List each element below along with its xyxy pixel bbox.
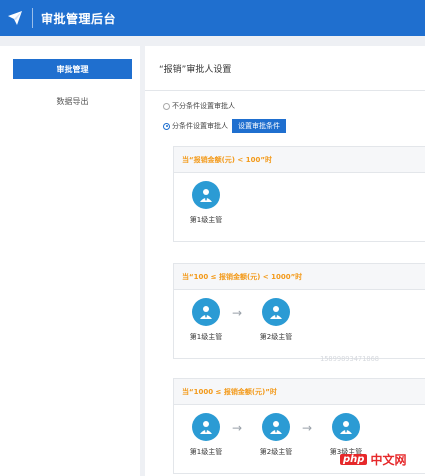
- arrow-right-icon: →: [302, 421, 313, 435]
- user-avatar-icon: [332, 413, 360, 441]
- approver-node: 第1级主管: [186, 181, 226, 225]
- title-divider: [145, 90, 425, 91]
- main-panel: “报销”审批人设置 不分条件设置审批人 分条件设置审批人 设置审批条件 当“报销…: [145, 46, 425, 476]
- arrow-right-icon: →: [232, 306, 243, 320]
- user-avatar-icon: [262, 413, 290, 441]
- option-label: 不分条件设置审批人: [172, 102, 235, 110]
- option-label: 分条件设置审批人: [172, 122, 228, 130]
- sidebar: 审批管理 数据导出: [0, 46, 140, 476]
- condition-card-2: 当“100 ≤ 报销金额(元) < 1000”时 第1级主管 → 第2级主管: [173, 263, 425, 359]
- user-avatar-icon: [192, 413, 220, 441]
- sidebar-item-approval-management[interactable]: 审批管理: [13, 59, 132, 79]
- condition-header: 当“100 ≤ 报销金额(元) < 1000”时: [174, 264, 425, 290]
- user-avatar-icon: [192, 181, 220, 209]
- approver-label: 第2级主管: [259, 333, 293, 341]
- approver-label: 第1级主管: [189, 216, 223, 224]
- watermark: 15899893471868: [320, 355, 380, 363]
- approver-flow: 第1级主管 → 第2级主管: [174, 290, 425, 358]
- approver-node: 第2级主管: [256, 413, 296, 457]
- set-condition-button[interactable]: 设置审批条件: [232, 119, 286, 133]
- approver-node: 第1级主管: [186, 298, 226, 342]
- approver-node: 第2级主管: [256, 298, 296, 342]
- approver-label: 第2级主管: [259, 448, 293, 456]
- php-site-name: 中文网: [370, 453, 407, 467]
- sidebar-item-data-export[interactable]: 数据导出: [13, 91, 132, 111]
- condition-card-1: 当“报销金额(元) < 100”时 第1级主管: [173, 146, 425, 242]
- arrow-right-icon: →: [232, 421, 243, 435]
- top-bar: 审批管理后台: [0, 0, 425, 36]
- condition-header: 当“1000 ≤ 报销金额(元)”时: [174, 379, 425, 405]
- option-by-condition[interactable]: 分条件设置审批人 设置审批条件: [163, 119, 286, 133]
- user-avatar-icon: [192, 298, 220, 326]
- radio-unchecked[interactable]: [163, 102, 170, 110]
- page-title: “报销”审批人设置: [159, 65, 232, 75]
- radio-checked[interactable]: [163, 122, 170, 130]
- approver-flow: 第1级主管: [174, 173, 425, 241]
- app-title: 审批管理后台: [41, 11, 117, 26]
- approver-node: 第1级主管: [186, 413, 226, 457]
- approver-label: 第1级主管: [189, 333, 223, 341]
- condition-header: 当“报销金额(元) < 100”时: [174, 147, 425, 173]
- approver-label: 第1级主管: [189, 448, 223, 456]
- php-cn-logo: php 中文网: [340, 451, 406, 468]
- paper-plane-icon[interactable]: [0, 0, 30, 36]
- user-avatar-icon: [262, 298, 290, 326]
- php-badge: php: [340, 454, 368, 465]
- option-no-condition[interactable]: 不分条件设置审批人: [163, 101, 235, 111]
- header-divider: [32, 8, 33, 28]
